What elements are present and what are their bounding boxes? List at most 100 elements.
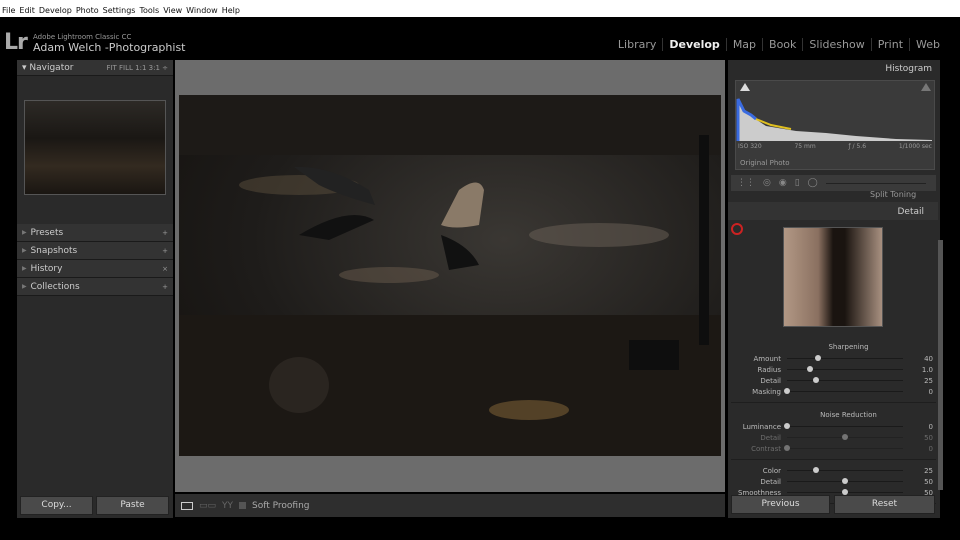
slider-value[interactable]: 50	[909, 434, 933, 442]
before-after-icon[interactable]: YY	[222, 501, 233, 511]
histogram-graph	[736, 83, 932, 141]
menu-tools[interactable]: Tools	[139, 6, 159, 17]
graduated-filter-icon[interactable]: ▯	[795, 178, 800, 188]
slider-value[interactable]: 0	[909, 388, 933, 396]
left-panel: ▾ Navigator FIT FILL 1:1 3:1 ÷ ▶ Presets +…	[17, 60, 173, 518]
histogram-title[interactable]: Histogram	[885, 64, 932, 74]
slider-track[interactable]	[787, 366, 903, 372]
radial-filter-icon[interactable]: ◯	[808, 178, 818, 188]
module-book[interactable]: Book	[762, 38, 802, 51]
detail-preview[interactable]	[783, 227, 883, 327]
module-map[interactable]: Map	[725, 38, 762, 51]
previous-button[interactable]: Previous	[731, 495, 830, 514]
slider-amount[interactable]: Amount 40	[731, 353, 936, 364]
slider-thumb[interactable]	[784, 388, 790, 394]
slider-value[interactable]: 40	[909, 355, 933, 363]
menu-edit[interactable]: Edit	[19, 6, 35, 17]
navigator-header[interactable]: ▾ Navigator FIT FILL 1:1 3:1 ÷	[17, 60, 173, 76]
panel-history[interactable]: ▶ History ×	[17, 260, 173, 278]
slider-track[interactable]	[787, 355, 903, 361]
triangle-down-icon: ▾	[22, 62, 30, 73]
module-develop[interactable]: Develop	[662, 38, 725, 51]
navigator-thumbnail[interactable]	[24, 100, 166, 195]
slider-track[interactable]	[784, 388, 903, 394]
triangle-right-icon: ▶	[22, 229, 31, 236]
slider-track[interactable]	[787, 489, 903, 495]
detail-header[interactable]: Detail	[728, 202, 938, 220]
menu-develop[interactable]: Develop	[39, 6, 72, 17]
slider-track[interactable]	[787, 377, 903, 383]
paste-button[interactable]: Paste	[96, 496, 169, 515]
module-print[interactable]: Print	[870, 38, 909, 51]
slider-thumb[interactable]	[784, 445, 790, 451]
lr-logo: Lr	[4, 30, 28, 55]
panel-action-button[interactable]: +	[162, 247, 168, 255]
loupe-view-icon[interactable]	[181, 501, 193, 510]
slider-thumb[interactable]	[842, 434, 848, 440]
slider-contrast[interactable]: Contrast 0	[731, 443, 936, 454]
right-scrollbar[interactable]	[938, 240, 943, 490]
target-adjust-icon[interactable]	[731, 223, 743, 235]
slider-thumb[interactable]	[815, 355, 822, 361]
slider-thumb[interactable]	[813, 467, 819, 473]
slider-track[interactable]	[784, 445, 903, 451]
spot-removal-icon[interactable]: ◎	[763, 178, 771, 188]
panel-collections[interactable]: ▶ Collections +	[17, 278, 173, 296]
slider-value[interactable]: 1.0	[909, 366, 933, 374]
slider-value[interactable]: 25	[909, 467, 933, 475]
copy-button[interactable]: Copy...	[20, 496, 93, 515]
panel-snapshots[interactable]: ▶ Snapshots +	[17, 242, 173, 260]
panel-action-button[interactable]: +	[162, 229, 168, 237]
photo-canvas[interactable]	[179, 95, 721, 456]
slider-luminance[interactable]: Luminance 0	[731, 421, 936, 432]
shutter-speed: 1/1000 sec	[898, 143, 932, 150]
slider-thumb[interactable]	[813, 377, 819, 383]
menu-file[interactable]: File	[2, 6, 15, 17]
slider-value[interactable]: 50	[909, 478, 933, 486]
panel-presets[interactable]: ▶ Presets +	[17, 224, 173, 242]
slider-detail[interactable]: Detail 25	[731, 375, 936, 386]
slider-value[interactable]: 0	[909, 423, 933, 431]
slider-detail[interactable]: Detail 50	[731, 432, 936, 443]
module-library[interactable]: Library	[612, 38, 662, 51]
slider-track[interactable]	[787, 434, 903, 440]
slider-detail[interactable]: Detail 50	[731, 476, 936, 487]
divider	[731, 402, 936, 403]
redeye-icon[interactable]: ◉	[779, 178, 787, 188]
slider-color[interactable]: Color 25	[731, 465, 936, 476]
split-toning-header[interactable]: Split Toning	[870, 190, 916, 199]
slider-thumb[interactable]	[784, 423, 790, 429]
original-photo-label[interactable]: Original Photo	[740, 159, 790, 167]
menu-settings[interactable]: Settings	[103, 6, 136, 17]
menu-view[interactable]: View	[163, 6, 182, 17]
focal-length: 75 mm	[794, 143, 816, 150]
menu-photo[interactable]: Photo	[76, 6, 99, 17]
soft-proofing-checkbox[interactable]	[239, 502, 247, 509]
slider-track[interactable]	[784, 423, 903, 429]
slider-thumb[interactable]	[842, 478, 848, 484]
menu-window[interactable]: Window	[186, 6, 218, 17]
histogram[interactable]: ISO 320 75 mm ƒ / 5.6 1/1000 sec Origina…	[735, 80, 935, 170]
reset-button[interactable]: Reset	[834, 495, 935, 514]
slider-track[interactable]	[787, 467, 903, 473]
iso-value: ISO 320	[738, 143, 762, 150]
compare-view-icon[interactable]: ▭▭	[199, 501, 216, 511]
slider-masking[interactable]: Masking 0	[731, 386, 936, 397]
crop-icon[interactable]: ⋮⋮	[737, 178, 755, 188]
brush-slider[interactable]	[825, 182, 926, 184]
sharpening-title: Sharpening	[828, 343, 869, 351]
panel-action-button[interactable]: +	[162, 283, 168, 291]
module-web[interactable]: Web	[909, 38, 946, 51]
module-slideshow[interactable]: Slideshow	[802, 38, 870, 51]
zoom-options[interactable]: FIT FILL 1:1 3:1 ÷	[106, 64, 168, 72]
panel-label: Snapshots	[30, 245, 78, 256]
slider-value[interactable]: 0	[909, 445, 933, 453]
slider-thumb[interactable]	[807, 366, 814, 372]
slider-track[interactable]	[787, 478, 903, 484]
slider-radius[interactable]: Radius 1.0	[731, 364, 936, 375]
menu-help[interactable]: Help	[222, 6, 240, 17]
panel-action-button[interactable]: ×	[162, 265, 168, 273]
menu-bar: File Edit Develop Photo Settings Tools View Win…	[0, 0, 960, 17]
slider-value[interactable]: 25	[909, 377, 933, 385]
slider-label: Radius	[757, 365, 781, 374]
